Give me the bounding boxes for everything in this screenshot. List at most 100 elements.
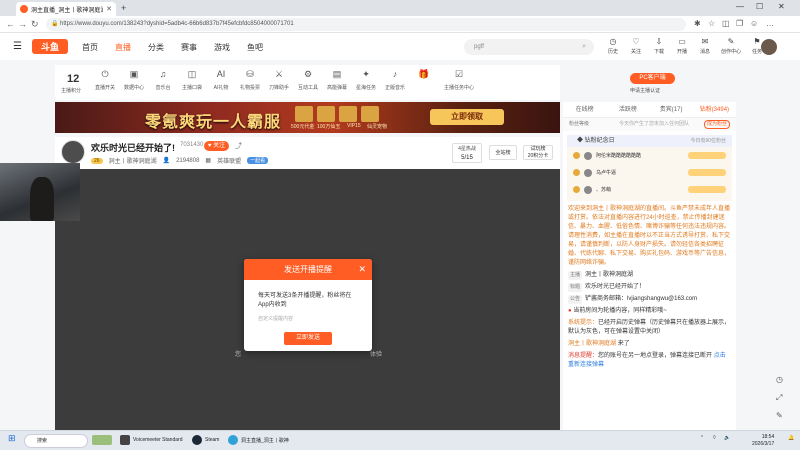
rank-row[interactable]: 阿伦米酷酷酷酷酷酷 (567, 147, 732, 164)
func-ai-gift[interactable]: AI AI礼物 (211, 69, 231, 91)
nav-category[interactable]: 分类 (148, 42, 164, 53)
url-input[interactable]: 🔒 https://www.douyu.com/138243?dyshid=5a… (46, 18, 686, 31)
tray-chevron-icon[interactable]: ⌃ (700, 435, 704, 441)
history-icon: ◷ (609, 37, 617, 46)
system-tip: 系统提示：已经开启历史弹幕（历史弹幕只在播放器上展示，默认为灰色，可在弹幕设置中… (568, 319, 731, 337)
taskbar-voicemeeter[interactable]: Voicemeeter Standard (120, 435, 182, 445)
hot-battle-box[interactable]: 4星热战 5/15 (452, 143, 482, 163)
func-gift-vote[interactable]: ⛁ 礼物投票 (240, 69, 260, 91)
share-icon[interactable]: ⤴ (235, 141, 242, 151)
more-icon[interactable]: … (766, 19, 774, 28)
follow-label: 关注 (630, 49, 641, 55)
reload-icon[interactable]: ↻ (31, 19, 39, 30)
avatar (584, 151, 592, 160)
tab-diamond-fans[interactable]: 钻粉(3494) (693, 102, 736, 117)
taskbar-browser[interactable]: 洞主直播_洞主丨歌神 (228, 435, 289, 445)
menu-icon[interactable]: ☰ (13, 41, 22, 52)
nav-home[interactable]: 首页 (82, 42, 98, 53)
func-licensed-music[interactable]: ♪ 正版音乐 (385, 69, 405, 91)
rank-row[interactable]: 乌卢牛逼 (567, 164, 732, 181)
download-label: 下载 (653, 49, 664, 55)
nav-games[interactable]: 游戏 (214, 42, 230, 53)
douyu-logo[interactable]: 斗鱼 (32, 39, 68, 54)
notification-icon[interactable]: 🔔 (788, 435, 794, 441)
become-fan-button[interactable]: 成为粉丝 (703, 120, 730, 129)
forward-icon[interactable]: → (18, 19, 27, 29)
header-follow[interactable]: ♡ 关注 (627, 37, 645, 55)
follow-button[interactable]: ♥ 关注 (204, 141, 229, 151)
anchor-certify-link[interactable]: 申请主播认证 (630, 87, 660, 94)
minimize-button[interactable]: — (736, 2, 744, 11)
volume-icon[interactable]: 🔈 (724, 435, 730, 441)
header-broadcast[interactable]: ▭ 开播 (673, 37, 691, 55)
rank-subtitle[interactable]: 今日有90位粉丝 (690, 135, 726, 147)
func-data-center[interactable]: ▣ 数据中心 (124, 69, 144, 91)
func-music[interactable]: ♫ 音乐台 (153, 69, 173, 91)
nav-events[interactable]: 赛事 (181, 42, 197, 53)
search-input[interactable]: pgff ⌕ (464, 39, 594, 55)
banner-claim-button[interactable]: 立即领取 (430, 109, 504, 125)
taskbar-steam[interactable]: Steam (192, 435, 219, 445)
category-name[interactable]: 英雄联盟 (217, 156, 241, 165)
history-clock-icon[interactable]: ◷ (776, 375, 783, 384)
nav-live[interactable]: 直播 (115, 42, 131, 53)
func-task-center[interactable]: ☑ 主播任务中心 (443, 69, 475, 91)
address-bar-row: ← → ↻ 🔒 https://www.douyu.com/138243?dys… (0, 16, 800, 33)
func-star-task[interactable]: ✦ 星海任务 (356, 69, 376, 91)
streamer-avatar[interactable] (61, 140, 85, 164)
fullscreen-icon[interactable]: ⤢ (776, 393, 782, 403)
streamer-name[interactable]: 洞主丨歌神洞庭湖 (109, 156, 157, 165)
header-create[interactable]: ✎ 创作中心 (719, 37, 743, 55)
windows-start-icon[interactable]: ⊞ (8, 433, 16, 444)
favorite-icon[interactable]: ☆ (708, 19, 715, 28)
join-user[interactable]: 洞主丨歌神洞庭湖 (568, 341, 616, 347)
back-icon[interactable]: ← (6, 19, 15, 29)
rank-user: 、苏萌 (596, 187, 612, 193)
header-message[interactable]: ✉ 消息 (696, 37, 714, 55)
extension-icon[interactable]: ✱ (694, 19, 701, 28)
func-live-switch[interactable]: ⏻ 直播开关 (95, 69, 115, 91)
collections-icon[interactable]: ❐ (736, 19, 743, 28)
func-danmaku[interactable]: ▤ 高能弹幕 (327, 69, 347, 91)
taskbar-clock[interactable]: 18:54 2026/3/17 (752, 434, 774, 448)
new-tab-button[interactable]: + (121, 3, 126, 13)
user-avatar[interactable] (761, 39, 777, 55)
taskbar-search[interactable]: 搜索 (24, 434, 88, 448)
func-blade-helper[interactable]: ⚔ 刀锋助手 (269, 69, 289, 91)
header-history[interactable]: ◷ 历史 (604, 37, 622, 55)
tab-online[interactable]: 在线榜 (563, 102, 606, 117)
main-nav: 首页 直播 分类 赛事 游戏 鱼吧 (82, 42, 263, 53)
browser-tab[interactable]: 洞主直播_洞主丨歌神洞庭湖 ✕ (16, 2, 116, 16)
site-rank-button[interactable]: 全站榜 (489, 145, 517, 160)
close-tab-icon[interactable]: ✕ (106, 5, 112, 13)
network-icon[interactable]: ⌔ (712, 435, 717, 441)
hot-value: 5/15 (461, 155, 473, 161)
window-close-button[interactable]: ✕ (778, 2, 785, 11)
maximize-button[interactable]: ☐ (756, 2, 763, 11)
pc-client-button[interactable]: PC客户端 (630, 73, 675, 84)
reminder-input[interactable]: 自定义提醒内容 (258, 315, 372, 322)
heart-icon: ♡ (632, 37, 640, 46)
split-icon[interactable]: ◫ (722, 19, 730, 28)
ad-banner[interactable]: 零氪爽玩一人霸服 500元代金 100万仙玉 VIP15 仙灵宠物 立即领取 (55, 102, 560, 133)
tab-active[interactable]: 活跃榜 (606, 102, 649, 117)
system-tip-label: 系统提示： (568, 320, 599, 326)
profile-icon[interactable]: ☺ (750, 19, 758, 28)
blade-icon: ⚔ (274, 69, 284, 79)
tab-vip[interactable]: 贵宾(17) (650, 102, 693, 117)
rank-row[interactable]: 、苏萌 (567, 181, 732, 198)
func-gift[interactable]: 🎁 (414, 69, 434, 91)
header-download[interactable]: ⇩ 下载 (650, 37, 668, 55)
send-reminder-button[interactable]: 立即发送 (284, 332, 332, 345)
search-icon[interactable]: ⌕ (582, 39, 586, 55)
trial-rank-button[interactable]: 试玩榜 20积分卡 (523, 145, 553, 160)
chat-line: 主播 洞主丨歌神洞庭湖 (568, 271, 731, 280)
func-interactive[interactable]: ⚙ 互动工具 (298, 69, 318, 91)
close-icon[interactable]: ✕ (358, 259, 366, 280)
widgets-icon[interactable] (92, 435, 112, 445)
func-pocket[interactable]: ◫ 主播口袋 (182, 69, 202, 91)
func-label: 互动工具 (298, 85, 319, 91)
edit-icon[interactable]: ✎ (776, 411, 783, 420)
tag-badge[interactable]: 一起看 (247, 157, 269, 164)
nav-yuba[interactable]: 鱼吧 (247, 42, 263, 53)
